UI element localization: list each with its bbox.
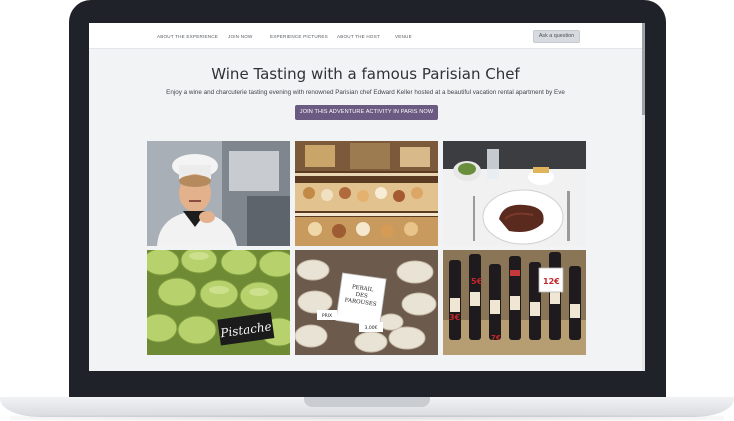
laptop-shadow [10, 415, 724, 421]
macarons-photo[interactable]: Pistache [147, 250, 290, 355]
steak-dish-photo[interactable] [443, 141, 586, 246]
page-subtitle: Enjoy a wine and charcuterie tasting eve… [166, 89, 565, 96]
steak-dish-art [443, 141, 586, 246]
nav-about-host[interactable]: About the host [337, 34, 380, 39]
page-title: Wine Tasting with a famous Parisian Chef [211, 65, 520, 83]
join-activity-button[interactable]: JOIN THIS ADVENTURE ACTIVITY IN PARIS NO… [295, 105, 438, 120]
nav-experience-pictures[interactable]: Experience pictures [270, 34, 328, 39]
cheese-art: PERAIL DES FAROUSES PRIX 3,00€ [295, 250, 438, 355]
wine-price-1: 3€ [449, 313, 461, 322]
nav-venue[interactable]: Venue [395, 34, 412, 39]
chef-photo[interactable] [147, 141, 290, 246]
cheese-price-tag-label: PRIX [322, 313, 332, 319]
laptop-notch [304, 397, 430, 407]
page-scrollbar[interactable] [642, 23, 645, 371]
wine-price-2: 5€ [471, 277, 483, 286]
cheese-price-value: 3,00€ [365, 325, 378, 331]
browser-screen: About the experience Join now Experience… [89, 23, 645, 371]
wine-price-3: 7€ [491, 334, 501, 342]
scrollbar-thumb[interactable] [642, 23, 645, 115]
nav-join-now[interactable]: Join now [228, 34, 253, 39]
pastry-display-art [295, 141, 438, 246]
wine-bottles-art: 3€ 5€ 7€ 12€ [443, 250, 586, 355]
macarons-art: Pistache [147, 250, 290, 355]
cheese-photo[interactable]: PERAIL DES FAROUSES PRIX 3,00€ [295, 250, 438, 355]
wine-bottles-photo[interactable]: 3€ 5€ 7€ 12€ [443, 250, 586, 355]
ask-question-button[interactable]: Ask a question [533, 30, 580, 43]
chef-photo-art [147, 141, 290, 246]
wine-price-4: 12€ [543, 277, 560, 286]
nav-about-experience[interactable]: About the experience [157, 34, 218, 39]
pastry-display-photo[interactable] [295, 141, 438, 246]
top-navbar: About the experience Join now Experience… [89, 23, 642, 49]
